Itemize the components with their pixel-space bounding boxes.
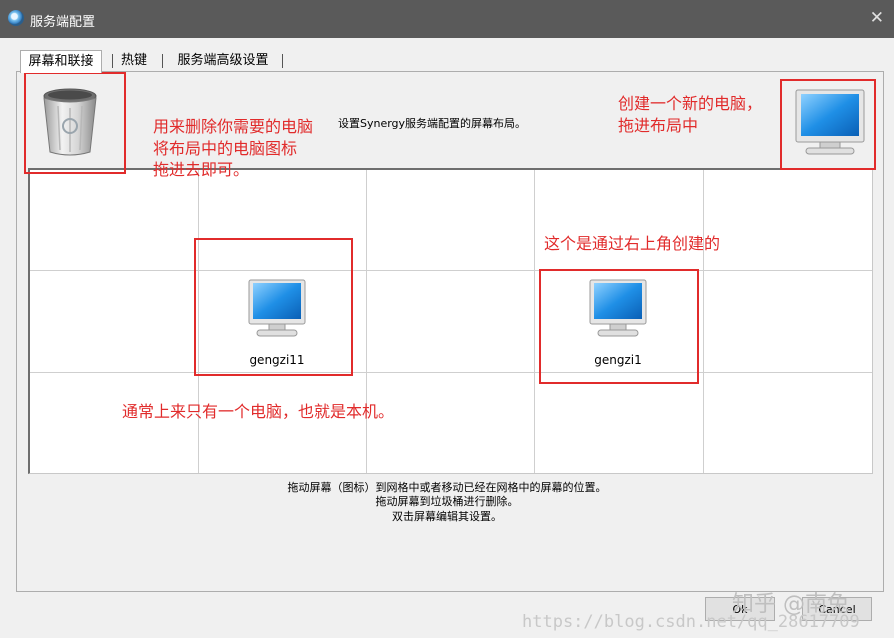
annotation-created: 这个是通过右上角创建的 <box>544 234 721 253</box>
grid-line <box>30 270 872 271</box>
gengzi1-highlight-box <box>539 269 699 384</box>
grid-line <box>703 170 704 473</box>
synergy-app-icon <box>8 10 24 26</box>
annotation-trash-2: 将布局中的电脑图标 <box>153 139 298 158</box>
window-title: 服务端配置 <box>30 15 96 30</box>
title-bar: 服务端配置 ✕ <box>0 0 894 38</box>
grid-line <box>30 372 872 373</box>
tab-separator <box>162 54 163 68</box>
grid-line <box>366 170 367 473</box>
new-screen-highlight-box <box>780 79 876 170</box>
tab-separator <box>282 54 283 68</box>
zhihu-watermark: 知乎 @南兔 <box>732 592 849 617</box>
close-icon[interactable]: ✕ <box>870 8 884 28</box>
annotation-local: 通常上来只有一个电脑，也就是本机。 <box>122 402 395 421</box>
annotation-trash-1: 用来删除你需要的电脑 <box>153 117 314 136</box>
instruction-line-2: 拖动屏幕到垃圾桶进行删除。 <box>375 495 519 508</box>
instruction-line-3: 双击屏幕编辑其设置。 <box>392 510 502 523</box>
tab-screens-and-links[interactable]: 屏幕和联接 <box>20 50 102 73</box>
tab-advanced-server-settings[interactable]: 服务端高级设置 <box>168 50 278 71</box>
screen-layout-grid[interactable] <box>28 168 873 474</box>
gengzi11-highlight-box <box>194 238 353 376</box>
trash-highlight-box <box>24 72 126 174</box>
instruction-line-1: 拖动屏幕（图标）到网格中或者移动已经在网格中的屏幕的位置。 <box>287 481 607 494</box>
grid-line <box>534 170 535 473</box>
layout-hint-text: 设置Synergy服务端配置的屏幕布局。 <box>338 117 527 130</box>
tab-separator <box>112 54 113 68</box>
annotation-trash-3: 拖进去即可。 <box>153 160 250 179</box>
annotation-new-2: 拖进布局中 <box>618 116 699 135</box>
annotation-new-1: 创建一个新的电脑， <box>618 94 763 113</box>
tab-hotkeys[interactable]: 热键 <box>117 50 151 71</box>
